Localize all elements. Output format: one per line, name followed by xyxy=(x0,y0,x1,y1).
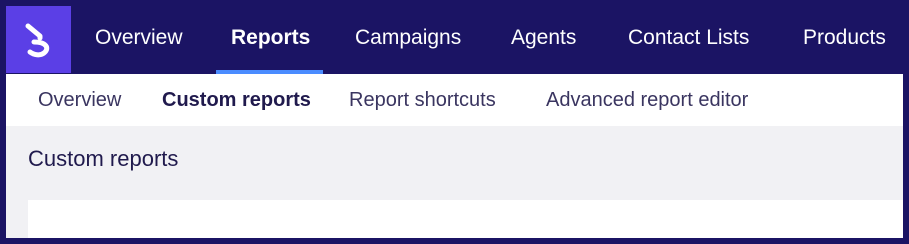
app-window: Overview Reports Campaigns Agents Contac… xyxy=(0,0,909,244)
brand-logo-icon xyxy=(25,23,49,57)
sub-nav-custom-reports[interactable]: Custom reports xyxy=(162,74,311,126)
brand-logo[interactable] xyxy=(6,6,71,73)
sub-nav-overview[interactable]: Overview xyxy=(38,74,121,126)
top-nav-products[interactable]: Products xyxy=(803,3,886,73)
top-nav-contact-lists[interactable]: Contact Lists xyxy=(628,3,749,73)
sub-nav-report-shortcuts[interactable]: Report shortcuts xyxy=(349,74,496,126)
sub-navigation-bar: Overview Custom reports Report shortcuts… xyxy=(6,74,903,126)
page-title: Custom reports xyxy=(28,146,179,171)
top-navigation-bar: Overview Reports Campaigns Agents Contac… xyxy=(3,3,906,74)
sub-nav-advanced-report-editor[interactable]: Advanced report editor xyxy=(546,74,748,126)
top-nav-overview[interactable]: Overview xyxy=(95,3,183,73)
top-nav-campaigns[interactable]: Campaigns xyxy=(355,3,461,73)
top-nav-reports[interactable]: Reports xyxy=(231,3,310,73)
top-nav-agents[interactable]: Agents xyxy=(511,3,576,73)
reports-card xyxy=(28,200,903,238)
main-content: Custom reports xyxy=(6,126,903,238)
